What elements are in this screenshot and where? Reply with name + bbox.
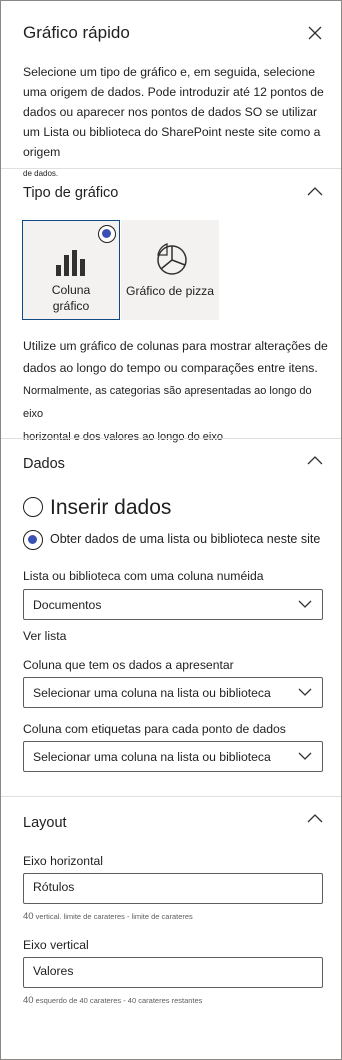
selected-radio-icon [98, 225, 116, 243]
divider [1, 438, 341, 439]
divider [1, 796, 341, 797]
chevron-down-icon [298, 752, 312, 760]
horizontal-axis-field[interactable] [23, 873, 323, 904]
horizontal-axis-label: Eixo horizontal [23, 854, 103, 868]
layout-collapse-button[interactable] [306, 811, 324, 823]
chart-tile-pie-label: Gráfico de pizza [125, 284, 215, 298]
pie-chart-icon [157, 243, 187, 275]
radio-list-data-label: Obter dados de uma lista ou biblioteca n… [50, 532, 321, 546]
vertical-axis-hint: 40 esquerdo de 40 carateres - 40 carater… [23, 995, 202, 1006]
chart-tile-pie[interactable]: Gráfico de pizza [121, 220, 219, 320]
chevron-down-icon [298, 600, 312, 608]
chevron-down-icon [298, 688, 312, 696]
intro-tail: de dados. [23, 169, 59, 178]
chart-tile-column-label-2: gráfico [52, 299, 90, 313]
close-button[interactable] [305, 23, 325, 43]
column-chart-icon [56, 250, 85, 276]
horizontal-hint-text: vertical. limite de carateres - limite d… [35, 912, 193, 921]
horizontal-axis-input[interactable] [33, 880, 313, 894]
data-section-title: Dados [23, 456, 65, 472]
list-label: Lista ou biblioteca com uma coluna numéi… [23, 569, 264, 583]
label-column-dropdown-value: Selecionar uma coluna na lista ou biblio… [33, 750, 271, 764]
chart-type-section-title: Tipo de gráfico [23, 185, 119, 201]
data-column-dropdown[interactable]: Selecionar uma coluna na lista ou biblio… [23, 677, 323, 708]
chevron-up-icon [307, 456, 323, 465]
label-column-dropdown[interactable]: Selecionar uma coluna na lista ou biblio… [23, 741, 323, 772]
data-column-dropdown-value: Selecionar uma coluna na lista ou biblio… [33, 686, 271, 700]
vertical-axis-label: Eixo vertical [23, 938, 89, 952]
vertical-axis-field[interactable] [23, 957, 323, 988]
close-icon [308, 26, 322, 40]
list-dropdown-value: Documentos [33, 598, 102, 612]
horizontal-axis-hint: 40 vertical. limite de carateres - limit… [23, 911, 193, 922]
vertical-hint-count: 40 [23, 995, 34, 1006]
list-dropdown[interactable]: Documentos [23, 589, 323, 620]
data-column-label: Coluna que tem os dados a apresentar [23, 658, 234, 672]
data-collapse-button[interactable] [306, 453, 324, 465]
radio-enter-data[interactable] [23, 497, 43, 517]
chevron-up-icon [307, 187, 323, 196]
description-line-2: Normalmente, as categorias são apresenta… [23, 385, 312, 420]
panel-title: Gráfico rápido [23, 23, 130, 42]
quick-chart-panel: Gráfico rápido Selecione um tipo de gráf… [0, 0, 342, 1060]
horizontal-hint-count: 40 [23, 911, 34, 922]
label-column-label: Coluna com etiquetas para cada ponto de … [23, 722, 286, 736]
divider [1, 168, 341, 169]
view-list-link[interactable]: Ver lista [23, 629, 66, 643]
chart-tile-column[interactable]: Coluna gráfico [22, 220, 120, 320]
radio-list-data[interactable] [23, 530, 43, 550]
description-line-3: horizontal e dos valores ao longo do eix… [23, 431, 223, 443]
chart-tile-column-label-1: Coluna [51, 283, 91, 297]
vertical-hint-text: esquerdo de 40 carateres - 40 carateres … [35, 996, 203, 1005]
vertical-axis-input[interactable] [33, 964, 313, 978]
intro-text: Selecione um tipo de gráfico e, em segui… [23, 62, 329, 184]
chart-type-collapse-button[interactable] [306, 184, 324, 196]
description-line-1: Utilize um gráfico de colunas para mostr… [23, 339, 328, 375]
layout-section-title: Layout [23, 815, 67, 831]
chevron-up-icon [307, 814, 323, 823]
intro-main: Selecione um tipo de gráfico e, em segui… [23, 65, 324, 159]
chart-type-description: Utilize um gráfico de colunas para mostr… [23, 335, 333, 448]
radio-enter-data-label: Inserir dados [50, 496, 172, 519]
